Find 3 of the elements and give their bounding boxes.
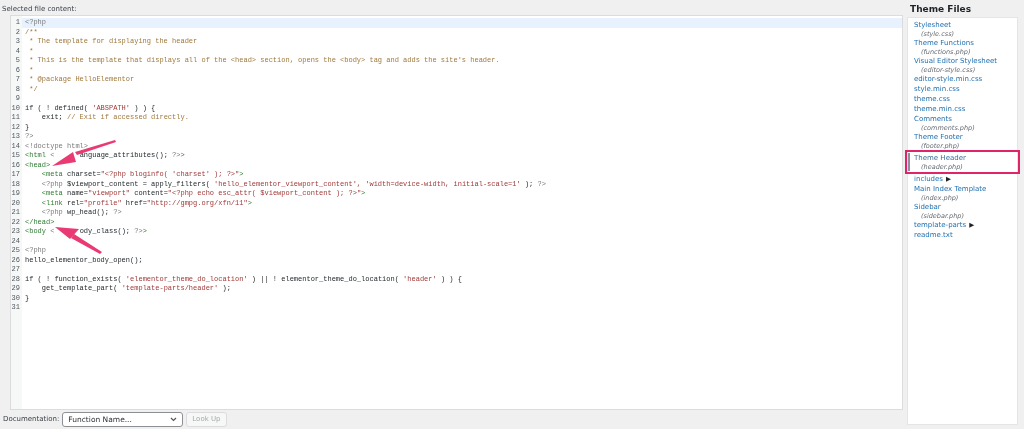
code-editor[interactable] — [10, 15, 903, 410]
sidebar-title: Theme Files — [909, 3, 973, 16]
chevron-icon — [170, 417, 178, 422]
